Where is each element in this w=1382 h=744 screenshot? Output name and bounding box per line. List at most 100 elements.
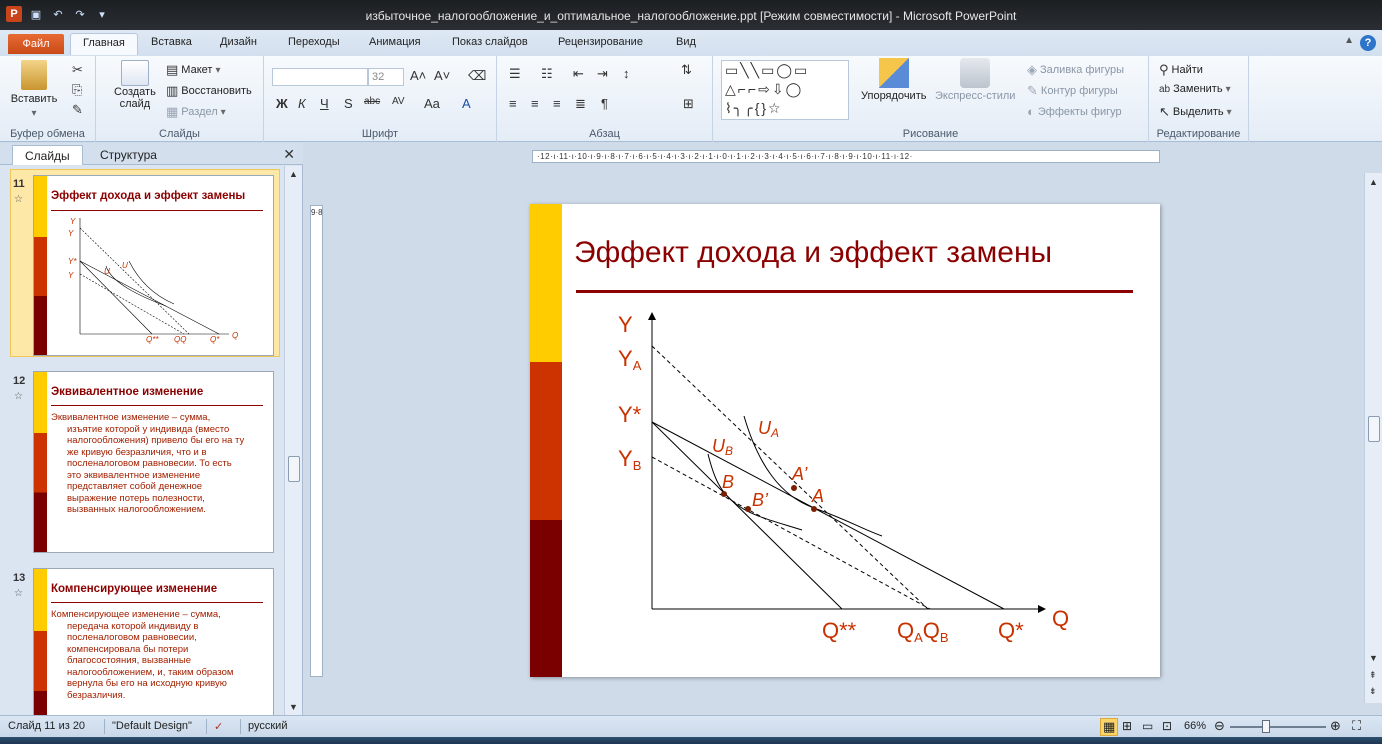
svg-text:U: U — [122, 261, 128, 270]
tab-home[interactable]: Главная — [70, 33, 138, 55]
new-slide-button[interactable]: Создать слайд — [114, 60, 156, 110]
tab-insert[interactable]: Вставка — [151, 36, 192, 48]
layout-button[interactable]: ▤ Макет ▾ — [166, 62, 220, 78]
bullets-icon[interactable]: ☰ — [509, 66, 521, 82]
slide-title[interactable]: Эффект дохода и эффект замены — [574, 236, 1052, 270]
zoom-level[interactable]: 66% — [1184, 720, 1206, 732]
editor-scrollbar[interactable]: ▲ ▼ ⇞ ⇟ — [1364, 173, 1382, 703]
tab-transitions[interactable]: Переходы — [288, 36, 340, 48]
shape-fill-button[interactable]: ◈ Заливка фигуры — [1027, 62, 1124, 78]
next-slide-icon[interactable]: ⇟ — [1369, 686, 1377, 697]
scroll-thumb[interactable] — [1368, 416, 1380, 442]
font-color-icon[interactable]: A — [462, 96, 471, 111]
tab-slideshow[interactable]: Показ слайдов — [452, 36, 528, 48]
section-button[interactable]: ▦ Раздел ▾ — [166, 104, 226, 120]
zoom-out-icon[interactable]: ⊖ — [1214, 718, 1225, 734]
tab-animation[interactable]: Анимация — [369, 36, 421, 48]
slide-sorter-icon[interactable]: ⊞ — [1122, 719, 1132, 733]
font-size-combo[interactable]: 32 — [368, 68, 404, 86]
shapes-gallery[interactable]: ▭╲╲▭◯▭ △⌐⌐⇨⇩◯ ⌇╮╭{}☆ — [721, 60, 849, 120]
line-spacing-icon[interactable]: ↕ — [623, 66, 630, 81]
bold-icon[interactable]: Ж — [276, 96, 288, 111]
spellcheck-icon[interactable]: ✓ — [214, 720, 223, 733]
vertical-ruler[interactable]: 9·8·7·6·5·4·3·2·1·0·1·2·3·4·5·6·7·8·9 — [310, 205, 323, 677]
align-center-icon[interactable]: ≡ — [531, 96, 539, 111]
group-label-clipboard: Буфер обмена — [10, 128, 85, 140]
thumbnail-scrollbar[interactable]: ▲ ▼ — [284, 166, 302, 715]
tab-outline-pane[interactable]: Структура — [88, 145, 169, 165]
text-direction-icon[interactable]: ⇅ — [681, 62, 692, 78]
normal-view-icon[interactable]: ▦ — [1100, 718, 1119, 736]
reset-button[interactable]: ▥ Восстановить — [166, 83, 252, 99]
char-spacing-icon[interactable]: AV — [392, 96, 405, 107]
numbering-icon[interactable]: ☷ — [541, 66, 553, 82]
shape-fill-label: Заливка фигуры — [1040, 64, 1125, 76]
svg-text:Y: Y — [70, 217, 76, 226]
fit-to-window-icon[interactable]: ⛶ — [1352, 718, 1361, 734]
clear-format-icon[interactable]: ⌫ — [468, 68, 486, 84]
scroll-down-icon[interactable]: ▼ — [1369, 653, 1378, 663]
tab-design[interactable]: Дизайн — [220, 36, 257, 48]
zoom-in-icon[interactable]: ⊕ — [1330, 718, 1341, 734]
tab-slides-pane[interactable]: Слайды — [12, 145, 83, 165]
zoom-slider-track[interactable] — [1230, 726, 1326, 728]
chevron-down-icon: ▾ — [220, 106, 226, 118]
replace-button[interactable]: ab Заменить ▾ — [1159, 83, 1231, 95]
smartart-icon[interactable]: ⊞ — [683, 96, 694, 112]
change-case-icon[interactable]: Aa — [424, 96, 440, 111]
title-underline — [576, 290, 1133, 293]
previous-slide-icon[interactable]: ⇞ — [1369, 670, 1377, 681]
underline-icon[interactable]: Ч — [320, 96, 329, 111]
svg-text:Q: Q — [232, 331, 238, 340]
columns-icon[interactable]: ¶ — [601, 96, 608, 111]
align-right-icon[interactable]: ≡ — [553, 96, 561, 111]
help-icon[interactable]: ? — [1360, 35, 1376, 51]
theme-name[interactable]: "Default Design" — [112, 720, 192, 732]
format-painter-icon[interactable]: ✎ — [72, 102, 83, 118]
slideshow-icon[interactable]: ⊡ — [1162, 719, 1172, 733]
slide-thumbnail-12[interactable]: Эквивалентное изменение Эквивалентное из… — [33, 371, 274, 553]
animation-star-icon: ☆ — [14, 391, 23, 402]
group-slides: Создать слайд ▤ Макет ▾ ▥ Восстановить ▦ Раз… — [96, 56, 264, 142]
reset-label: Восстановить — [181, 85, 252, 97]
justify-icon[interactable]: ≣ — [575, 96, 586, 112]
shape-outline-button[interactable]: ✎ Контур фигуры — [1027, 83, 1118, 99]
tab-review[interactable]: Рецензирование — [558, 36, 643, 48]
arrange-button[interactable]: Упорядочить — [861, 58, 926, 102]
tab-file[interactable]: Файл — [8, 34, 64, 54]
find-button[interactable]: ⚲ Найти — [1159, 62, 1203, 78]
tab-view[interactable]: Вид — [676, 36, 696, 48]
zoom-slider-knob[interactable] — [1262, 720, 1270, 733]
italic-icon[interactable]: К — [298, 96, 306, 111]
grow-font-icon[interactable]: A˄ — [410, 68, 426, 83]
slide-thumbnail-11[interactable]: Эффект дохода и эффект замены Y Y Y* Y Q** Q… — [33, 175, 274, 356]
scroll-down-icon[interactable]: ▼ — [289, 702, 298, 712]
select-button[interactable]: ↖ Выделить ▾ — [1159, 104, 1232, 120]
shadow-icon[interactable]: S — [344, 96, 353, 111]
scroll-up-icon[interactable]: ▲ — [289, 169, 298, 179]
copy-icon[interactable]: ⎘ — [72, 82, 82, 98]
minimize-ribbon-icon[interactable]: ▲ — [1344, 35, 1354, 51]
language-indicator[interactable]: русский — [248, 720, 287, 732]
horizontal-ruler[interactable]: ·12·ı·11·ı·10·ı·9·ı·8·ı·7·ı·6·ı·5·ı·4·ı·… — [532, 150, 1160, 163]
cut-icon[interactable]: ✂ — [72, 62, 83, 78]
reading-view-icon[interactable]: ▭ — [1142, 719, 1153, 733]
slide-thumbnail-13[interactable]: Компенсирующее изменение Компенсирующее … — [33, 568, 274, 715]
slides-pane: Слайды Структура ✕ 11 ☆ Эффект дохода и … — [0, 143, 303, 715]
shape-effects-button[interactable]: ◐ Эффекты фигур — [1027, 104, 1122, 119]
scroll-up-icon[interactable]: ▲ — [1369, 177, 1378, 187]
font-name-combo[interactable] — [272, 68, 368, 86]
strikethrough-icon[interactable]: abc — [364, 96, 380, 107]
increase-indent-icon[interactable]: ⇥ — [597, 66, 608, 82]
align-left-icon[interactable]: ≡ — [509, 96, 517, 111]
shrink-font-icon[interactable]: A˅ — [434, 68, 450, 83]
svg-text:U: U — [104, 267, 110, 276]
quick-styles-button[interactable]: Экспресс-стили — [935, 58, 1015, 102]
current-slide[interactable]: Эффект дохода и эффект замены Y Q YA Y* … — [530, 204, 1160, 677]
scroll-thumb[interactable] — [288, 456, 300, 482]
group-label-editing: Редактирование — [1156, 128, 1241, 140]
decrease-indent-icon[interactable]: ⇤ — [573, 66, 584, 82]
paste-button[interactable]: Вставить ▾ — [11, 60, 57, 119]
chevron-down-icon: ▾ — [1226, 106, 1232, 118]
close-icon[interactable]: ✕ — [283, 146, 295, 163]
